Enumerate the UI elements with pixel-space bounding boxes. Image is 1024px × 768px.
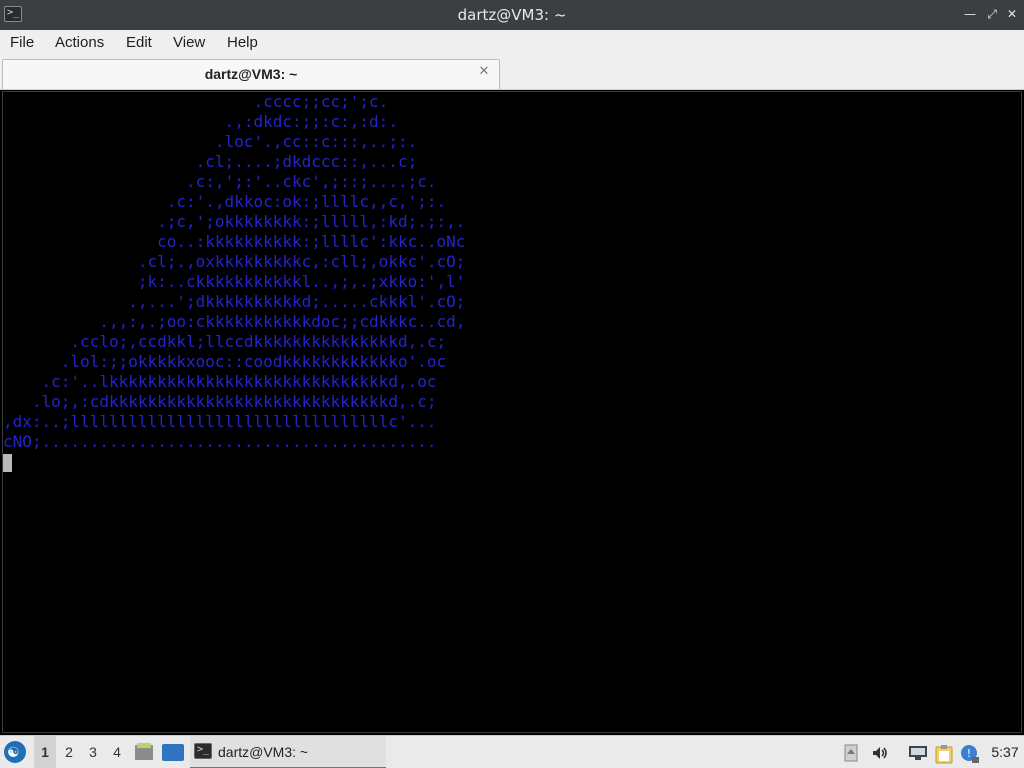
menu-actions[interactable]: Actions: [55, 30, 104, 56]
terminal-line: ;k:..ckkkkkkkkkkkl..,;,.;xkko:',l': [3, 272, 466, 291]
menu-help[interactable]: Help: [227, 30, 258, 56]
minimize-icon[interactable]: —: [962, 6, 978, 22]
terminal-line: .cccc;;cc;';c.: [3, 92, 389, 111]
terminal-line: .;c,';okkkkkkkk:;lllll,:kd;.;:,.: [3, 212, 466, 231]
workspace-2-button[interactable]: 2: [58, 736, 80, 768]
workspace-4-button[interactable]: 4: [106, 736, 128, 768]
terminal-line: cNO;....................................…: [3, 432, 437, 451]
menu-bar: File Actions Edit View Help: [0, 30, 1024, 56]
update-notifier-icon[interactable]: !: [960, 744, 979, 763]
terminal-line: .c:'..lkkkkkkkkkkkkkkkkkkkkkkkkkkkkkd,.o…: [3, 372, 437, 391]
terminal-glyph: >_: [197, 744, 210, 755]
terminal-line: ,dx:..;lllllllllllllllllllllllllllllllll…: [3, 412, 437, 431]
tab-terminal[interactable]: dartz@VM3: ~ ✕: [2, 59, 500, 89]
volume-icon[interactable]: [871, 744, 889, 762]
window-titlebar[interactable]: >_ dartz@VM3: ~ — ⤢ ✕: [0, 0, 1024, 30]
terminal-line: .lo;,:cdkkkkkkkkkkkkkkkkkkkkkkkkkkkkkd,.…: [3, 392, 437, 411]
file-manager-icon[interactable]: [134, 743, 154, 761]
terminal-line: .c:'.,dkkoc:ok:;llllc,,c,';:.: [3, 192, 447, 211]
terminal-line: .lol:;;okkkkkxooc::coodkkkkkkkkkkkko'.oc: [3, 352, 447, 371]
terminal-line: .cclo;,ccdkkl;llccdkkkkkkkkkkkkkkkd,.c;: [3, 332, 447, 351]
text-cursor: [3, 454, 12, 472]
terminal-line: .,:dkdc:;;:c:,:d:.: [3, 112, 398, 131]
terminal-line: .cl;.,oxkkkkkkkkkc,:cll;,okkc'.cO;: [3, 252, 466, 271]
show-desktop-icon[interactable]: [162, 744, 184, 761]
terminal-line: .cl;....;dkdccc::,...c;: [3, 152, 418, 171]
terminal-line: .loc'.,cc::c:::,..;:.: [3, 132, 418, 151]
tab-label: dartz@VM3: ~: [204, 66, 298, 82]
network-icon[interactable]: [908, 744, 927, 762]
terminal-icon: >_: [194, 743, 212, 759]
svg-text:!: !: [967, 747, 971, 760]
start-glyph: ☯: [7, 744, 20, 760]
terminal-line: .,...';dkkkkkkkkkkd;.....ckkkl'.cO;: [3, 292, 466, 311]
terminal-line: co..:kkkkkkkkkk:;llllc':kkc..oNc: [3, 232, 466, 251]
terminal-output[interactable]: .cccc;;cc;';c. .,:dkdc:;;:c:,:d:. .loc'.…: [2, 91, 1022, 733]
clipboard-icon[interactable]: [934, 744, 953, 764]
window-title: dartz@VM3: ~: [457, 6, 567, 24]
terminal-line: .,,:,.;oo:ckkkkkkkkkkkdoc;;cdkkkc..cd,: [3, 312, 466, 331]
menu-view[interactable]: View: [173, 30, 205, 56]
menu-edit[interactable]: Edit: [126, 30, 152, 56]
workspace-3-button[interactable]: 3: [82, 736, 104, 768]
taskbar: ☯ 1 2 3 4 >_ dartz@VM3: ~ ! 5:37: [0, 735, 1024, 768]
terminal-line: .c:,';:'..ckc',;::;....;c.: [3, 172, 437, 191]
taskbar-window-button[interactable]: >_ dartz@VM3: ~: [190, 736, 386, 768]
clock[interactable]: 5:37: [988, 736, 1022, 768]
scroll-up-icon[interactable]: [844, 744, 862, 762]
workspace-1-button[interactable]: 1: [34, 736, 56, 768]
close-icon[interactable]: ✕: [1004, 6, 1020, 22]
tab-bar: dartz@VM3: ~ ✕: [0, 56, 1024, 90]
close-tab-icon[interactable]: ✕: [477, 65, 491, 79]
lxqt-start-icon[interactable]: ☯: [4, 741, 26, 763]
restore-icon[interactable]: ⤢: [984, 6, 1000, 22]
taskbar-window-label: dartz@VM3: ~: [218, 744, 309, 760]
menu-file[interactable]: File: [10, 30, 34, 56]
